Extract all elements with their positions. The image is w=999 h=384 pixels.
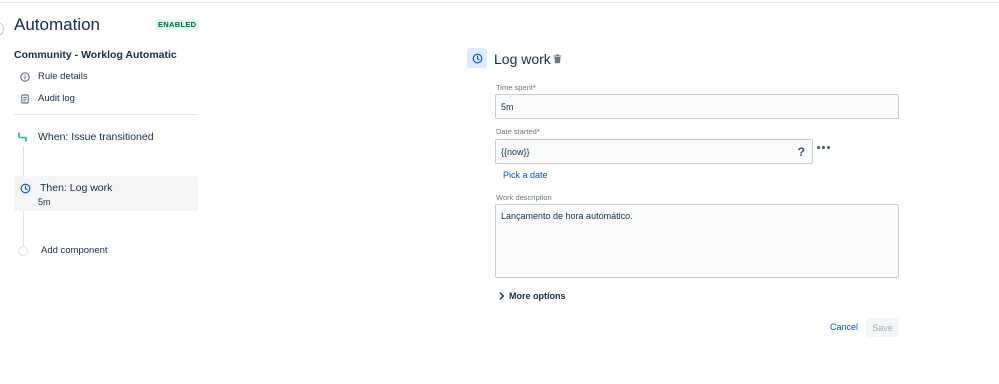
clock-icon — [467, 48, 487, 68]
add-component-label: Add component — [41, 245, 108, 256]
add-component-dot — [18, 246, 28, 256]
cancel-button[interactable]: Cancel — [826, 318, 862, 336]
trigger-step-label: When: Issue transitioned — [38, 131, 154, 143]
pick-date-link[interactable]: Pick a date — [503, 170, 548, 180]
collapse-handle[interactable] — [0, 22, 4, 36]
date-started-value: {{now}} — [501, 146, 530, 157]
sidebar-item-label: Audit log — [38, 93, 75, 104]
clock-icon — [16, 179, 34, 197]
action-step[interactable]: Then: Log work 5m — [14, 176, 198, 211]
panel-title: Log work — [494, 51, 551, 67]
date-started-input[interactable]: {{now}} ? — [495, 139, 813, 164]
clipboard-icon — [20, 94, 30, 104]
work-description-input[interactable]: Lançamento de hora automático. — [495, 204, 899, 278]
sidebar-divider — [14, 114, 198, 115]
rule-name: Community - Worklog Automatic — [14, 49, 177, 61]
trash-icon[interactable] — [552, 53, 562, 64]
chevron-right-icon — [498, 292, 506, 300]
work-description-label: Work description — [496, 193, 552, 202]
sidebar-item-audit-log[interactable]: Audit log — [20, 93, 75, 104]
trigger-step[interactable]: When: Issue transitioned — [14, 128, 154, 148]
page-title: Automation — [14, 15, 100, 34]
info-icon — [20, 71, 30, 82]
save-button[interactable]: Save — [866, 318, 899, 337]
status-badge: ENABLED — [155, 19, 200, 30]
help-icon[interactable]: ? — [798, 145, 805, 159]
sidebar-item-rule-details[interactable]: Rule details — [20, 71, 88, 82]
transition-icon — [14, 128, 32, 146]
more-actions-icon[interactable] — [817, 146, 830, 149]
add-component-button[interactable]: Add component — [14, 244, 108, 256]
top-divider — [0, 2, 999, 3]
more-options-toggle[interactable]: More options — [498, 291, 566, 301]
time-spent-label: Time spent* — [496, 83, 536, 92]
action-step-summary: 5m — [38, 197, 51, 207]
time-spent-input[interactable] — [495, 94, 899, 119]
action-step-label: Then: Log work — [40, 182, 113, 194]
date-started-label: Date started* — [496, 127, 540, 136]
sidebar-item-label: Rule details — [38, 71, 88, 82]
more-options-label: More options — [509, 291, 566, 301]
